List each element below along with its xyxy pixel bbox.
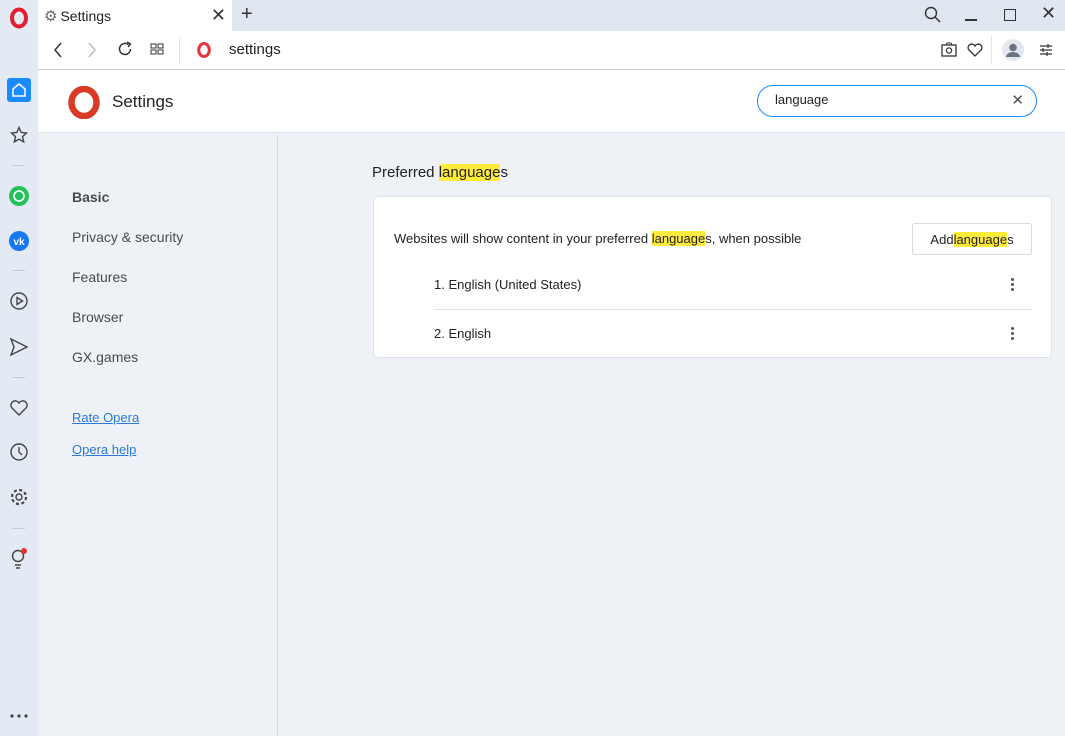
send-icon[interactable] xyxy=(7,335,31,359)
minimize-button[interactable] xyxy=(965,19,977,21)
divider xyxy=(12,270,25,271)
nav-item-features[interactable]: Features xyxy=(72,269,127,285)
gear-icon: ⚙ xyxy=(44,7,58,25)
language-more-icon[interactable] xyxy=(1011,327,1015,340)
preferred-languages-card: Websites will show content in your prefe… xyxy=(373,196,1052,358)
reload-icon[interactable] xyxy=(117,41,133,57)
tab-grid-icon[interactable] xyxy=(150,43,164,55)
rate-opera-link[interactable]: Rate Opera xyxy=(72,410,139,425)
speed-dial-star-icon[interactable] xyxy=(7,123,31,147)
search-input[interactable] xyxy=(775,92,995,107)
divider xyxy=(12,528,25,529)
sidebar: vk xyxy=(0,0,38,736)
vk-icon[interactable]: vk xyxy=(7,229,31,253)
home-icon[interactable] xyxy=(7,78,31,102)
divider xyxy=(12,377,25,378)
back-icon[interactable] xyxy=(52,41,64,59)
more-icon[interactable] xyxy=(7,704,31,728)
opera-site-icon xyxy=(196,41,212,59)
nav-item-basic[interactable]: Basic xyxy=(72,189,109,205)
divider xyxy=(179,37,180,63)
language-item: 1. English (United States) xyxy=(434,277,582,292)
settings-gear-icon[interactable] xyxy=(7,485,31,509)
language-more-icon[interactable] xyxy=(1011,278,1015,291)
divider xyxy=(434,309,1032,310)
address-bar[interactable]: settings xyxy=(229,41,281,58)
opera-logo xyxy=(68,86,100,119)
tab-title: Settings xyxy=(60,7,112,24)
bookmark-heart-icon[interactable] xyxy=(967,43,983,57)
tab-settings[interactable]: ⚙ Settings ✕ xyxy=(38,0,232,31)
profile-avatar[interactable] xyxy=(1002,39,1024,61)
new-tab-button[interactable]: + xyxy=(241,3,253,26)
forward-icon[interactable] xyxy=(86,41,98,59)
section-title: Preferred languages xyxy=(372,164,508,181)
settings-nav: Basic Privacy & security Features Browse… xyxy=(38,134,278,736)
opera-menu-icon[interactable] xyxy=(7,6,31,30)
divider xyxy=(991,36,992,64)
nav-item-privacy-security[interactable]: Privacy & security xyxy=(72,229,183,245)
player-icon[interactable] xyxy=(7,289,31,313)
settings-search[interactable]: ✕ xyxy=(757,85,1037,117)
languages-description: Websites will show content in your prefe… xyxy=(394,231,802,246)
nav-item-browser[interactable]: Browser xyxy=(72,309,123,325)
heart-icon[interactable] xyxy=(7,396,31,420)
snapshot-camera-icon[interactable] xyxy=(941,42,957,57)
close-tab-icon[interactable]: ✕ xyxy=(211,5,226,26)
easy-setup-sliders-icon[interactable] xyxy=(1039,43,1053,57)
close-window-button[interactable]: ✕ xyxy=(1041,3,1056,24)
svg-text:vk: vk xyxy=(13,237,25,248)
nav-item-gx-games[interactable]: GX.games xyxy=(72,349,138,365)
whatsapp-icon[interactable] xyxy=(7,184,31,208)
page-title: Settings xyxy=(112,92,174,111)
language-item: 2. English xyxy=(434,326,492,341)
settings-header: Settings ✕ xyxy=(38,70,1065,133)
add-languages-button[interactable]: Add language s xyxy=(912,223,1032,255)
clear-search-icon[interactable]: ✕ xyxy=(1011,91,1024,109)
history-clock-icon[interactable] xyxy=(7,440,31,464)
opera-help-link[interactable]: Opera help xyxy=(72,442,136,457)
maximize-button[interactable] xyxy=(1004,9,1016,21)
divider xyxy=(12,165,25,166)
search-tabs-icon[interactable] xyxy=(924,6,942,24)
toolbar: settings xyxy=(38,31,1065,70)
lightbulb-icon[interactable] xyxy=(7,547,31,571)
